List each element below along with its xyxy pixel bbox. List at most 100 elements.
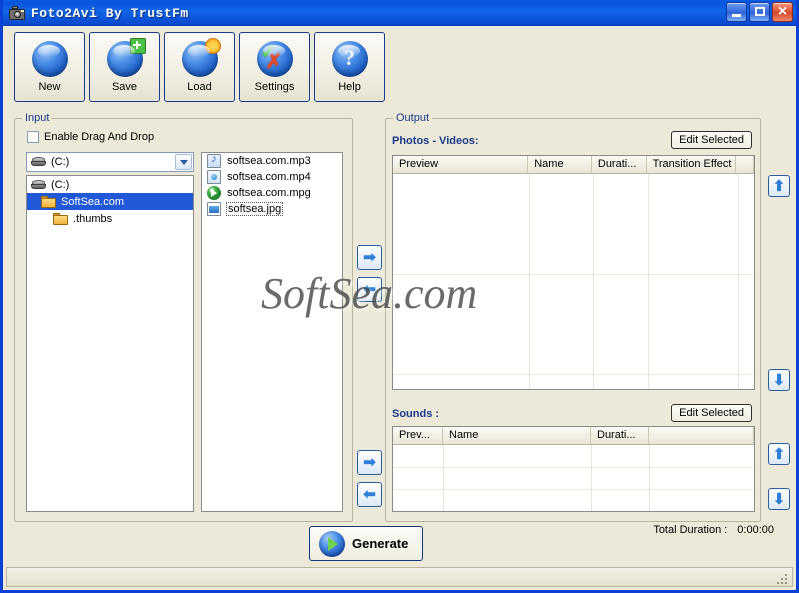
add-sounds-button[interactable]: ➡ bbox=[357, 450, 382, 475]
input-group: Input Enable Drag And Drop (C:) (C:) Sof… bbox=[14, 112, 353, 522]
generate-button-label: Generate bbox=[352, 536, 409, 551]
file-name: softsea.com.mpg bbox=[227, 187, 311, 199]
sounds-grid[interactable]: Prev... Name Durati... bbox=[392, 426, 755, 512]
input-group-legend: Input bbox=[22, 112, 53, 124]
list-item[interactable]: softsea.com.mpg bbox=[202, 185, 342, 201]
folder-icon bbox=[41, 195, 56, 208]
column-header-spacer bbox=[649, 427, 754, 444]
column-header-name[interactable]: Name bbox=[528, 156, 592, 173]
file-name: softsea.com.mp3 bbox=[227, 155, 311, 167]
media-player-file-icon bbox=[207, 186, 221, 200]
close-button[interactable] bbox=[772, 2, 793, 22]
column-header-transition-effect[interactable]: Transition Effect bbox=[647, 156, 737, 173]
column-header-duration[interactable]: Durati... bbox=[592, 156, 647, 173]
image-file-icon bbox=[207, 202, 221, 216]
folder-tree[interactable]: (C:) SoftSea.com .thumbs bbox=[26, 175, 194, 512]
settings-button[interactable]: ✓ ✗ Settings bbox=[239, 32, 310, 102]
arrow-right-icon: ➡ bbox=[363, 249, 376, 266]
status-bar bbox=[6, 567, 793, 587]
new-button[interactable]: New bbox=[14, 32, 85, 102]
column-header-preview[interactable]: Preview bbox=[393, 156, 529, 173]
add-photos-button[interactable]: ➡ bbox=[357, 245, 382, 270]
file-name: softsea.com.mp4 bbox=[227, 171, 311, 183]
edit-selected-photos-label: Edit Selected bbox=[679, 134, 744, 146]
file-list[interactable]: softsea.com.mp3 softsea.com.mp4 softsea.… bbox=[201, 152, 343, 512]
output-group-legend: Output bbox=[393, 112, 433, 124]
move-photo-up-button[interactable]: ⬆ bbox=[768, 175, 790, 197]
remove-sounds-button[interactable]: ⬅ bbox=[357, 482, 382, 507]
drive-select-value: (C:) bbox=[51, 156, 70, 168]
photos-videos-title: Photos - Videos: bbox=[392, 135, 479, 147]
total-duration-value: 0:00:00 bbox=[737, 524, 774, 536]
arrow-down-icon: ⬇ bbox=[772, 490, 786, 508]
video-file-icon bbox=[207, 170, 221, 184]
column-header-spacer bbox=[736, 156, 754, 173]
help-button[interactable]: ? Help bbox=[314, 32, 385, 102]
move-sound-down-button[interactable]: ⬇ bbox=[768, 488, 790, 510]
load-button-label: Load bbox=[187, 81, 212, 93]
list-item[interactable]: softsea.com.mp3 bbox=[202, 153, 342, 169]
maximize-button[interactable] bbox=[749, 2, 770, 22]
blue-orb-check-cross-icon: ✓ ✗ bbox=[256, 41, 293, 77]
column-header-duration[interactable]: Durati... bbox=[591, 427, 649, 444]
arrow-right-icon: ➡ bbox=[363, 454, 376, 471]
enable-drag-and-drop-label: Enable Drag And Drop bbox=[44, 131, 155, 143]
total-duration: Total Duration : 0:00:00 bbox=[653, 524, 774, 536]
camera-icon bbox=[9, 6, 25, 20]
play-orb-icon bbox=[319, 530, 345, 557]
file-name: softsea.jpg bbox=[226, 202, 284, 216]
sounds-header-row: Prev... Name Durati... bbox=[393, 427, 754, 445]
photos-videos-header-row: Preview Name Durati... Transition Effect bbox=[393, 156, 754, 174]
save-button-label: Save bbox=[111, 81, 138, 93]
blue-orb-question-icon: ? bbox=[331, 41, 368, 77]
edit-selected-sounds-label: Edit Selected bbox=[679, 407, 744, 419]
load-button[interactable]: Load bbox=[164, 32, 235, 102]
help-button-label: Help bbox=[338, 81, 361, 93]
arrow-up-icon: ⬆ bbox=[772, 177, 786, 195]
tree-item-label: .thumbs bbox=[73, 212, 113, 225]
blue-orb-star-icon bbox=[181, 38, 221, 77]
remove-photos-button[interactable]: ⬅ bbox=[357, 277, 382, 302]
column-header-name[interactable]: Name bbox=[443, 427, 591, 444]
arrow-left-icon: ⬅ bbox=[363, 281, 376, 298]
arrow-down-icon: ⬇ bbox=[772, 371, 786, 389]
list-item[interactable]: softsea.jpg bbox=[202, 201, 342, 217]
edit-selected-photos-button[interactable]: Edit Selected bbox=[671, 131, 752, 149]
application-window: Foto2Avi By TrustFm New Save Load ✓✗ bbox=[0, 0, 799, 593]
enable-drag-and-drop-checkbox[interactable]: Enable Drag And Drop bbox=[27, 131, 154, 143]
sounds-title: Sounds : bbox=[392, 408, 440, 420]
photos-videos-grid[interactable]: Preview Name Durati... Transition Effect bbox=[392, 155, 755, 390]
drive-select[interactable]: (C:) bbox=[26, 152, 194, 172]
new-button-label: New bbox=[38, 81, 61, 93]
output-group: Output Photos - Videos: Edit Selected Pr… bbox=[385, 112, 761, 522]
resize-grip-icon[interactable] bbox=[777, 572, 789, 584]
photos-videos-rows bbox=[393, 174, 754, 389]
total-duration-label: Total Duration : bbox=[653, 524, 728, 536]
window-controls bbox=[726, 2, 793, 22]
settings-button-label: Settings bbox=[254, 81, 295, 93]
blue-orb-icon bbox=[31, 41, 68, 77]
blue-orb-plus-icon bbox=[106, 38, 146, 77]
list-item[interactable]: softsea.com.mp4 bbox=[202, 169, 342, 185]
column-header-preview[interactable]: Prev... bbox=[393, 427, 443, 444]
title-bar[interactable]: Foto2Avi By TrustFm bbox=[3, 0, 796, 26]
move-photo-down-button[interactable]: ⬇ bbox=[768, 369, 790, 391]
move-sound-up-button[interactable]: ⬆ bbox=[768, 443, 790, 465]
drive-icon bbox=[31, 179, 46, 190]
tree-item-softsea[interactable]: SoftSea.com bbox=[27, 193, 193, 210]
sounds-rows bbox=[393, 445, 754, 511]
chevron-down-icon[interactable] bbox=[175, 154, 192, 170]
tree-item-thumbs[interactable]: .thumbs bbox=[27, 210, 193, 227]
save-button[interactable]: Save bbox=[89, 32, 160, 102]
arrow-up-icon: ⬆ bbox=[772, 445, 786, 463]
tree-item-label: (C:) bbox=[51, 178, 70, 191]
minimize-button[interactable] bbox=[726, 2, 747, 22]
arrow-left-icon: ⬅ bbox=[363, 486, 376, 503]
drive-icon bbox=[31, 157, 46, 167]
tree-item-label: SoftSea.com bbox=[61, 195, 124, 208]
main-toolbar: New Save Load ✓ ✗ Settings ? Help bbox=[14, 32, 385, 102]
checkbox-box bbox=[27, 131, 39, 143]
tree-item-drive[interactable]: (C:) bbox=[27, 176, 193, 193]
edit-selected-sounds-button[interactable]: Edit Selected bbox=[671, 404, 752, 422]
generate-button[interactable]: Generate bbox=[309, 526, 423, 561]
